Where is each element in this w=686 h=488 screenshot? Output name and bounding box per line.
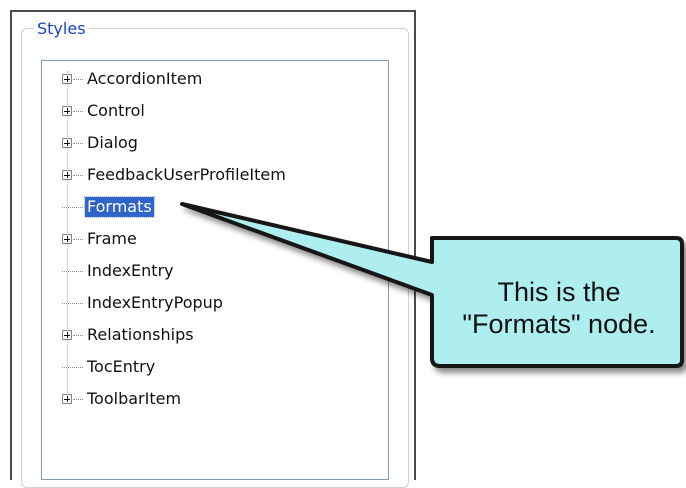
tree-item-label[interactable]: Control [85,101,147,121]
tree-item-label[interactable]: ToolbarItem [85,389,183,409]
tree-item-label[interactable]: Frame [85,229,139,249]
expand-plus-icon[interactable] [62,138,72,148]
tree-item-label[interactable]: IndexEntry [85,261,176,281]
tree-item-relationships[interactable]: Relationships [62,324,196,346]
tree-branch-line [73,110,83,112]
tree-branch-line [73,174,83,176]
tree-branch-line [73,142,83,144]
tree-item-label[interactable]: Relationships [85,325,196,345]
expand-plus-icon[interactable] [62,234,72,244]
tree-item-indexentry[interactable]: IndexEntry [62,260,176,282]
tree-item-label[interactable]: Dialog [85,133,140,153]
styles-groupbox-title: Styles [34,20,89,38]
callout-line-2: "Formats" node. [462,309,656,339]
tree-branch-line [62,366,83,368]
tree-branch-line [73,78,83,80]
tree-item-label[interactable]: TocEntry [85,357,157,377]
tree-branch-line [73,334,83,336]
tree-branch-line [62,206,83,208]
tree-item-dialog[interactable]: Dialog [62,132,140,154]
tree-item-indexentrypopup[interactable]: IndexEntryPopup [62,292,225,314]
tree-branch-line [62,270,83,272]
tree-item-tocentry[interactable]: TocEntry [62,356,157,378]
expand-plus-icon[interactable] [62,394,72,404]
tree-item-label[interactable]: FeedbackUserProfileItem [85,165,288,185]
tree-item-toolbaritem[interactable]: ToolbarItem [62,388,183,410]
tree-item-label[interactable]: AccordionItem [85,69,204,89]
tree-item-frame[interactable]: Frame [62,228,139,250]
expand-plus-icon[interactable] [62,106,72,116]
tree-branch-line [62,302,83,304]
tree-item-label[interactable]: IndexEntryPopup [85,293,225,313]
expand-plus-icon[interactable] [62,170,72,180]
tree-branch-line [73,398,83,400]
tree-item-accordionitem[interactable]: AccordionItem [62,68,204,90]
tree-item-formats[interactable]: Formats [62,196,155,218]
tree-item-label-selected[interactable]: Formats [84,196,155,218]
callout-text: This is the "Formats" node. [440,276,678,340]
expand-plus-icon[interactable] [62,74,72,84]
tree-item-control[interactable]: Control [62,100,147,122]
expand-plus-icon[interactable] [62,330,72,340]
callout-line-1: This is the [497,277,621,307]
tree-branch-line [73,238,83,240]
tree-item-feedbackuserprofileitem[interactable]: FeedbackUserProfileItem [62,164,288,186]
